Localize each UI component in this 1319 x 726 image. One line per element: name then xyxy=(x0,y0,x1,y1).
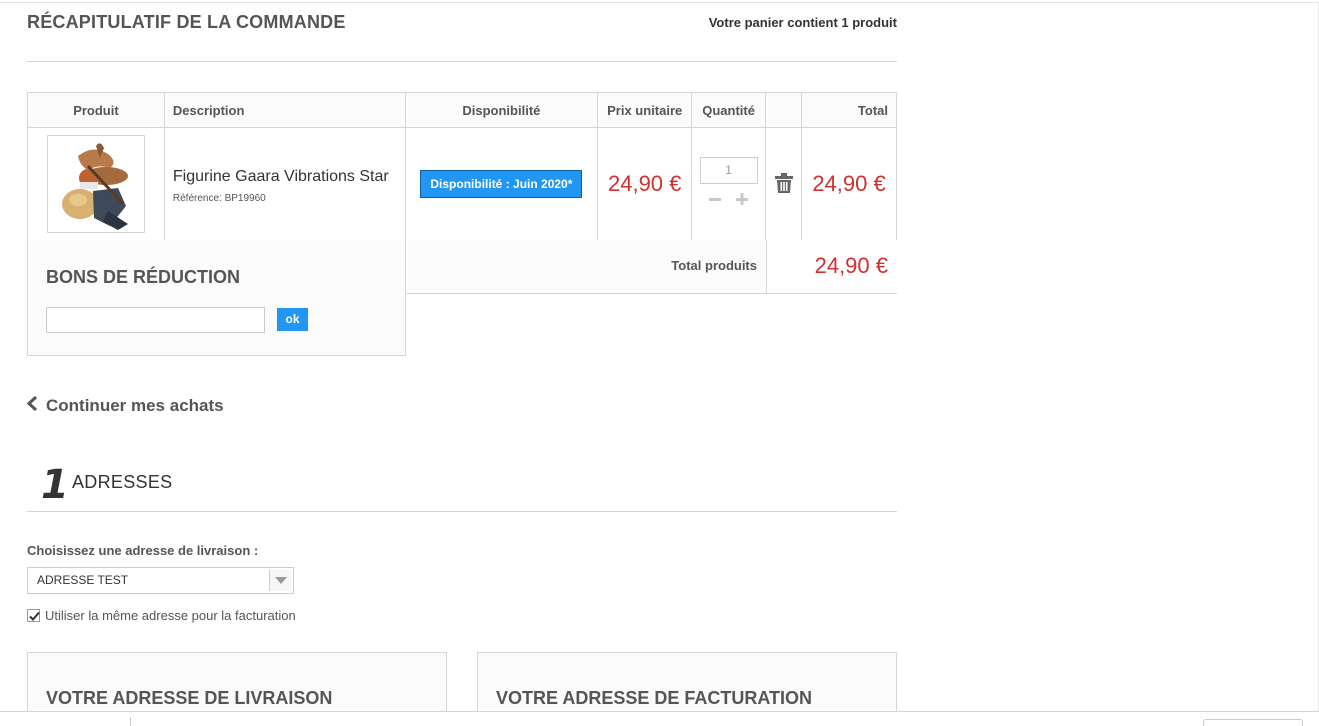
quantity-cell: 1 xyxy=(691,127,767,241)
billing-address-title: VOTRE ADRESSE DE FACTURATION xyxy=(496,688,813,708)
dropdown-toggle[interactable] xyxy=(269,570,291,591)
step-title: ADRESSES xyxy=(72,472,173,492)
availability-cell: Disponibilité : Juin 2020* xyxy=(404,127,599,241)
line-total: 24,90 € xyxy=(801,127,897,241)
step-divider xyxy=(27,511,897,512)
cart-table: Produit Description Disponibilité Prix u… xyxy=(27,92,897,241)
bottom-bar xyxy=(0,711,1319,726)
voucher-ok-button[interactable]: ok xyxy=(277,308,308,331)
voucher-code-input[interactable] xyxy=(46,307,265,333)
bottom-divider xyxy=(130,717,131,726)
cart-count: Votre panier contient 1 produit xyxy=(708,15,897,30)
bottom-right-control[interactable] xyxy=(1203,719,1303,726)
step-number: 1 xyxy=(41,462,69,508)
continue-shopping-label: Continuer mes achats xyxy=(46,396,224,415)
delivery-address-label: Choisissez une adresse de livraison : xyxy=(27,543,259,558)
checkmark-icon xyxy=(29,611,40,621)
col-header-total: Total xyxy=(801,92,897,128)
delivery-address-title: VOTRE ADRESSE DE LIVRAISON xyxy=(46,688,333,708)
heading-divider xyxy=(27,61,897,62)
quantity-increase-button[interactable] xyxy=(731,188,753,211)
col-header-availability: Disponibilité xyxy=(404,92,599,128)
same-billing-checkbox[interactable] xyxy=(27,609,40,622)
voucher-panel: BONS DE RÉDUCTION ok xyxy=(27,240,406,356)
continue-shopping-link[interactable]: Continuer mes achats xyxy=(26,395,224,416)
unit-price: 24,90 € xyxy=(597,127,693,241)
col-header-delete xyxy=(765,92,803,128)
plus-icon xyxy=(736,193,749,205)
chevron-left-icon xyxy=(26,395,40,416)
quantity-decrease-button[interactable] xyxy=(704,188,726,211)
gaara-figurine-image[interactable] xyxy=(46,135,145,233)
product-image-cell xyxy=(27,127,165,241)
availability-badge: Disponibilité : Juin 2020* xyxy=(420,170,583,198)
cart-header-row: Produit Description Disponibilité Prix u… xyxy=(27,92,897,128)
trash-icon xyxy=(774,172,793,193)
voucher-title: BONS DE RÉDUCTION xyxy=(46,267,241,287)
selected-address: ADRESSE TEST xyxy=(37,573,129,587)
col-header-unit-price: Prix unitaire xyxy=(597,92,693,128)
same-billing-option[interactable]: Utiliser la même adresse pour la factura… xyxy=(27,608,296,623)
top-border xyxy=(0,2,1319,3)
caret-down-icon xyxy=(275,577,287,584)
product-reference: Référence: BP19960 xyxy=(172,192,266,204)
delete-item-button[interactable] xyxy=(774,172,793,196)
quantity-input[interactable]: 1 xyxy=(699,157,758,184)
total-products-row: Total produits 24,90 € xyxy=(405,240,897,294)
description-cell: Figurine Gaara Vibrations Star Référence… xyxy=(163,127,406,241)
total-products-label: Total produits xyxy=(406,240,767,293)
total-products-value: 24,90 € xyxy=(767,240,897,293)
cart-item-row: Figurine Gaara Vibrations Star Référence… xyxy=(27,127,897,241)
page-title: RÉCAPITULATIF DE LA COMMANDE xyxy=(27,12,346,32)
col-header-description: Description xyxy=(163,92,406,128)
delivery-address-select[interactable]: ADRESSE TEST xyxy=(27,567,294,594)
col-header-product: Produit xyxy=(27,92,165,128)
same-billing-label: Utiliser la même adresse pour la factura… xyxy=(45,608,296,623)
minus-icon xyxy=(708,198,721,201)
delete-cell xyxy=(765,127,803,241)
col-header-quantity: Quantité xyxy=(691,92,767,128)
product-name-link[interactable]: Figurine Gaara Vibrations Star xyxy=(165,165,405,188)
